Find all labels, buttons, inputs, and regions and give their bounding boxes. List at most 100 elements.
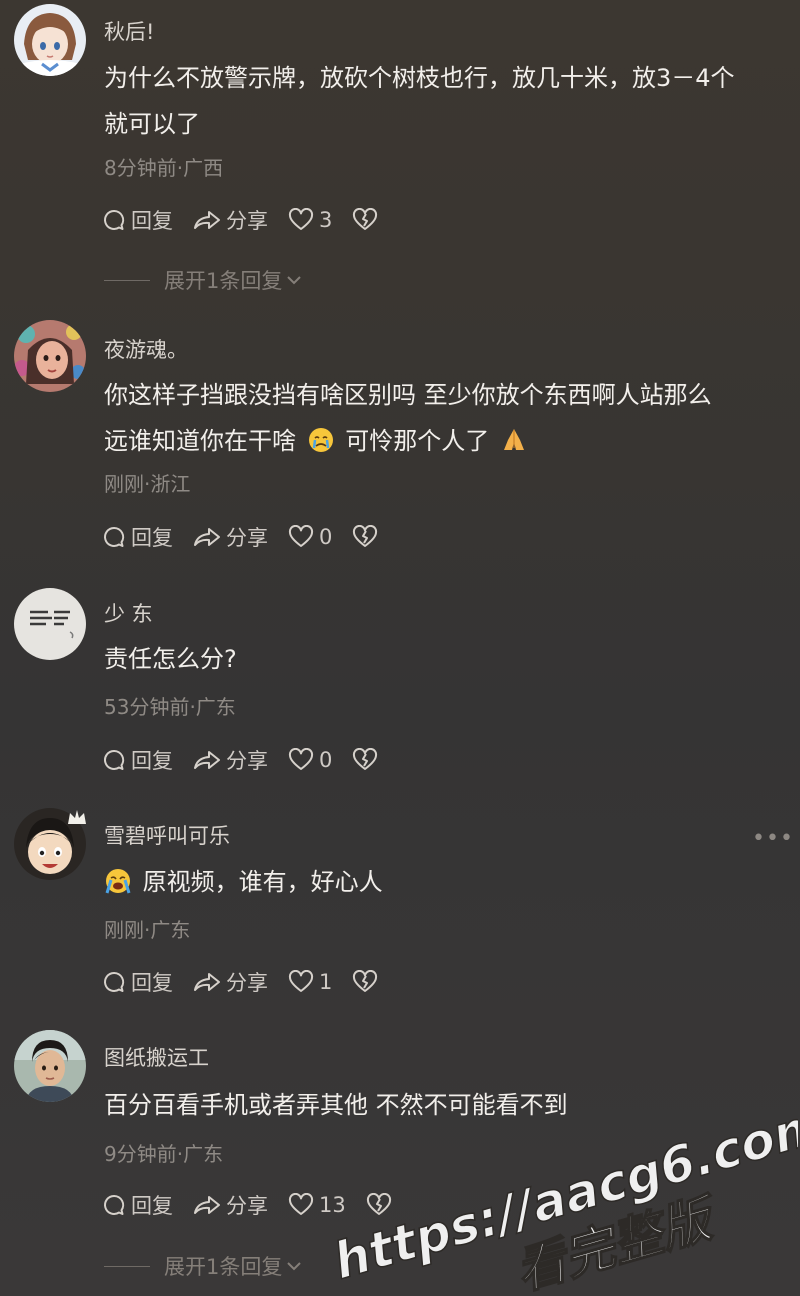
- comment-bubble-icon: [104, 971, 125, 992]
- expand-replies[interactable]: 展开1条回复: [104, 265, 304, 295]
- reply-button[interactable]: 回复: [102, 205, 173, 235]
- comment-text-line: 为什么不放警示牌，放砍个树枝也行，放几十米，放3－4个: [104, 64, 735, 92]
- share-arrow-icon: [194, 211, 220, 229]
- share-button[interactable]: 分享: [193, 522, 268, 552]
- dislike-button[interactable]: [352, 970, 383, 994]
- heart-icon: [288, 208, 314, 230]
- like-count: 13: [319, 1193, 346, 1217]
- heart-icon: [288, 970, 314, 992]
- share-arrow-icon: [194, 528, 220, 546]
- expand-label: 展开1条回复: [164, 269, 283, 293]
- like-button[interactable]: 13: [288, 1193, 346, 1217]
- loudly-crying-face-icon: [105, 869, 131, 894]
- comment-bubble-icon: [104, 749, 125, 770]
- share-arrow-icon: [194, 973, 220, 991]
- share-button[interactable]: 分享: [193, 745, 268, 775]
- comment-bubble-icon: [104, 526, 125, 547]
- username[interactable]: 夜游魂。: [104, 334, 188, 364]
- comment-meta: 刚刚·广东: [104, 918, 191, 942]
- username[interactable]: 雪碧呼叫可乐: [104, 820, 230, 850]
- comment-meta: 刚刚·浙江: [104, 472, 191, 496]
- reply-label: 回复: [131, 209, 173, 233]
- crying-face-icon: [308, 428, 333, 452]
- like-count: 0: [319, 525, 333, 549]
- share-label: 分享: [226, 209, 268, 233]
- like-button[interactable]: 3: [288, 208, 332, 232]
- comment-text: 你这样子挡跟没挡有啥区别吗 至少你放个东西啊人站那么 远谁知道你在干啥 可怜那个…: [104, 372, 784, 464]
- heart-icon: [288, 748, 314, 770]
- comment-bubble-icon: [104, 209, 125, 230]
- username[interactable]: 图纸搬运工: [104, 1042, 209, 1072]
- chevron-down-icon: [287, 276, 302, 285]
- reply-label: 回复: [131, 971, 173, 995]
- like-count: 1: [319, 970, 333, 994]
- comment-meta: 8分钟前·广西: [104, 156, 224, 180]
- dislike-button[interactable]: [352, 525, 383, 549]
- dislike-button[interactable]: [352, 208, 383, 232]
- comment-item: 雪碧呼叫可乐 ••• 原视频，谁有，好心人 刚刚·广东 回复 分享 1: [0, 800, 800, 1020]
- folded-hands-icon: [503, 429, 524, 450]
- comment-text: 为什么不放警示牌，放砍个树枝也行，放几十米，放3－4个 就可以了: [104, 55, 784, 147]
- comment-text-line: 你这样子挡跟没挡有啥区别吗 至少你放个东西啊人站那么: [104, 381, 712, 409]
- reply-button[interactable]: 回复: [102, 522, 173, 552]
- comment-text: 百分百看手机或者弄其他 不然不可能看不到: [104, 1082, 784, 1128]
- avatar[interactable]: [14, 1030, 86, 1102]
- like-button[interactable]: 0: [288, 525, 332, 549]
- expand-label: 展开1条回复: [164, 1255, 283, 1279]
- username[interactable]: 少 东: [104, 598, 153, 628]
- share-label: 分享: [226, 749, 268, 773]
- comment-text-part: 远谁知道你在干啥: [104, 427, 296, 455]
- reply-label: 回复: [131, 749, 173, 773]
- comment-text-line: 远谁知道你在干啥 可怜那个人了: [104, 418, 784, 464]
- comment-item: 夜游魂。 你这样子挡跟没挡有啥区别吗 至少你放个东西啊人站那么 远谁知道你在干啥…: [0, 310, 800, 570]
- avatar[interactable]: [14, 320, 86, 392]
- comment-actions: 回复 分享 0: [102, 745, 403, 775]
- like-count: 3: [319, 208, 333, 232]
- broken-heart-icon: [353, 525, 378, 547]
- avatar[interactable]: [14, 588, 86, 660]
- dislike-button[interactable]: [352, 748, 383, 772]
- comment-item: 图纸搬运工 百分百看手机或者弄其他 不然不可能看不到 9分钟前·广东 回复 分享…: [0, 1022, 800, 1296]
- like-count: 0: [319, 748, 333, 772]
- reply-button[interactable]: 回复: [102, 745, 173, 775]
- comment-actions: 回复 分享 3: [102, 205, 403, 235]
- like-button[interactable]: 0: [288, 748, 332, 772]
- comment-actions: 回复 分享 1: [102, 967, 403, 997]
- comment-meta: 9分钟前·广东: [104, 1142, 224, 1166]
- expand-replies[interactable]: 展开1条回复: [104, 1251, 304, 1281]
- share-arrow-icon: [194, 1196, 220, 1214]
- comment-text-line: 责任怎么分?: [104, 645, 237, 673]
- broken-heart-icon: [366, 1193, 391, 1215]
- heart-icon: [288, 525, 314, 547]
- comment-text-line: 就可以了: [104, 110, 200, 138]
- comment-text-line: 百分百看手机或者弄其他 不然不可能看不到: [104, 1091, 568, 1119]
- like-button[interactable]: 1: [288, 970, 332, 994]
- comment-actions: 回复 分享 13: [102, 1190, 417, 1220]
- share-arrow-icon: [194, 751, 220, 769]
- share-label: 分享: [226, 971, 268, 995]
- divider: [104, 279, 150, 281]
- broken-heart-icon: [353, 748, 378, 770]
- heart-icon: [288, 1193, 314, 1215]
- share-button[interactable]: 分享: [193, 1190, 268, 1220]
- comment-bubble-icon: [104, 1194, 125, 1215]
- dislike-button[interactable]: [366, 1193, 397, 1217]
- reply-button[interactable]: 回复: [102, 1190, 173, 1220]
- more-dots-icon[interactable]: •••: [752, 826, 794, 851]
- comment-text-part: 可怜那个人了: [345, 427, 490, 455]
- comment-text-line: 原视频，谁有，好心人: [104, 859, 784, 905]
- chevron-down-icon: [287, 1262, 302, 1271]
- reply-label: 回复: [131, 526, 173, 550]
- divider: [104, 1265, 150, 1267]
- username[interactable]: 秋后!: [104, 16, 154, 46]
- broken-heart-icon: [353, 208, 378, 230]
- share-button[interactable]: 分享: [193, 205, 268, 235]
- broken-heart-icon: [353, 970, 378, 992]
- share-label: 分享: [226, 526, 268, 550]
- avatar[interactable]: [14, 4, 86, 76]
- comment-item: 少 东 责任怎么分? 53分钟前·广东 回复 分享 0: [0, 580, 800, 790]
- crown-icon: [68, 810, 86, 824]
- reply-button[interactable]: 回复: [102, 967, 173, 997]
- comment-text-part: 原视频，谁有，好心人: [142, 868, 383, 896]
- share-button[interactable]: 分享: [193, 967, 268, 997]
